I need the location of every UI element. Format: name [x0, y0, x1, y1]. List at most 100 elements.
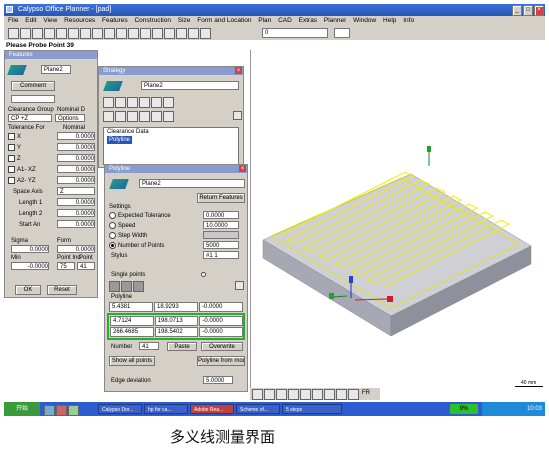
- open-icon[interactable]: [20, 28, 31, 39]
- step-width-value[interactable]: [203, 231, 239, 239]
- start-an-value[interactable]: 0.0000: [57, 220, 95, 228]
- num-points-value[interactable]: 5000: [203, 241, 239, 249]
- cad-viewport[interactable]: [250, 50, 545, 398]
- toolbar-dropdown-2[interactable]: [334, 28, 350, 38]
- task-adobe[interactable]: Adobe Rea...: [190, 404, 234, 414]
- step-width-radio[interactable]: [109, 232, 116, 239]
- strategy-path-icon[interactable]: [103, 111, 114, 122]
- features-plane-name[interactable]: Plane2: [41, 65, 71, 74]
- stylus-select[interactable]: #1 1: [203, 251, 239, 259]
- strategy-list-item-polyline[interactable]: Polyline: [107, 136, 133, 144]
- select-icon[interactable]: [288, 389, 299, 400]
- desktop-icon[interactable]: [68, 405, 79, 416]
- task-scheme[interactable]: Scheme of...: [236, 404, 280, 414]
- row-a2-value[interactable]: 0.0000: [57, 176, 95, 184]
- report-icon[interactable]: [188, 28, 199, 39]
- strategy-list-item-clearance[interactable]: Clearance Data: [104, 128, 238, 136]
- menu-size[interactable]: Size: [178, 17, 191, 24]
- row-y-value[interactable]: 0.0000: [57, 143, 95, 151]
- menu-view[interactable]: View: [43, 17, 57, 24]
- row-x-checkbox[interactable]: [8, 133, 15, 140]
- strategy-list-icon[interactable]: [115, 97, 126, 108]
- point-3-y[interactable]: 198.5402: [154, 327, 199, 337]
- new-icon[interactable]: [8, 28, 19, 39]
- display-icon[interactable]: [348, 389, 359, 400]
- strategy-paste-icon[interactable]: [151, 97, 162, 108]
- ie-icon[interactable]: [44, 405, 55, 416]
- overwrite-button[interactable]: Overwrite: [201, 342, 243, 351]
- pdf-icon[interactable]: [200, 28, 211, 39]
- menu-plan[interactable]: Plan: [258, 17, 271, 24]
- expected-tol-value[interactable]: 0.0000: [203, 211, 239, 219]
- print-icon[interactable]: [44, 28, 55, 39]
- point-edit-icon[interactable]: [121, 281, 132, 292]
- rotate-icon[interactable]: [300, 389, 311, 400]
- options-field[interactable]: Options: [55, 114, 85, 122]
- menu-resources[interactable]: Resources: [64, 17, 95, 24]
- polyline-close-icon[interactable]: ×: [239, 165, 246, 172]
- strategy-grid-icon[interactable]: [103, 97, 114, 108]
- maximize-button[interactable]: □: [523, 5, 533, 16]
- row-y-checkbox[interactable]: [8, 144, 15, 151]
- expected-tol-radio[interactable]: [109, 212, 116, 219]
- menu-construction[interactable]: Construction: [134, 17, 171, 24]
- minimize-button[interactable]: _: [512, 5, 522, 16]
- cp-select[interactable]: CP +Z: [8, 114, 52, 122]
- menu-help[interactable]: Help: [383, 17, 396, 24]
- comment-dropdown[interactable]: [11, 95, 55, 103]
- row-a1-value[interactable]: 0.0000: [57, 165, 95, 173]
- close-button[interactable]: ×: [534, 5, 544, 16]
- row-x-value[interactable]: 0.0000: [57, 132, 95, 140]
- comment-button[interactable]: Comment: [11, 81, 55, 91]
- probe-icon[interactable]: [92, 28, 103, 39]
- menu-edit[interactable]: Edit: [25, 17, 36, 24]
- show-all-points-button[interactable]: Show all points: [109, 356, 155, 366]
- row-z-checkbox[interactable]: [8, 155, 15, 162]
- row-z-value[interactable]: 0.0000: [57, 154, 95, 162]
- strategy-line-icon[interactable]: [127, 111, 138, 122]
- menu-window[interactable]: Window: [353, 17, 376, 24]
- measure-icon[interactable]: [80, 28, 91, 39]
- zoom-out-icon[interactable]: [264, 389, 275, 400]
- save-icon[interactable]: [32, 28, 43, 39]
- length2-value[interactable]: 0.0000: [57, 209, 95, 217]
- point-1-z[interactable]: -0.0000: [199, 302, 243, 312]
- row-a2-checkbox[interactable]: [8, 177, 15, 184]
- table-icon[interactable]: [104, 28, 115, 39]
- task-calypso[interactable]: Calypso Dor...: [98, 404, 142, 414]
- space-axis-select[interactable]: Z: [57, 187, 95, 195]
- undo-icon[interactable]: [56, 28, 67, 39]
- zoom-icon[interactable]: [252, 389, 263, 400]
- single-points-delete-icon[interactable]: [235, 281, 244, 290]
- num-points-radio[interactable]: [109, 242, 116, 249]
- number-stepper[interactable]: 41: [139, 342, 159, 350]
- single-points-radio[interactable]: [201, 272, 206, 277]
- info-icon[interactable]: [164, 28, 175, 39]
- row-a1-checkbox[interactable]: [8, 166, 15, 173]
- strategy-scan-icon[interactable]: [151, 111, 162, 122]
- binoculars-icon[interactable]: [68, 28, 79, 39]
- point-remove-icon[interactable]: [133, 281, 144, 292]
- paste-button[interactable]: Paste: [167, 342, 197, 351]
- grid-icon[interactable]: [128, 28, 139, 39]
- menu-planner[interactable]: Planner: [324, 17, 346, 24]
- menu-form-location[interactable]: Form and Location: [197, 17, 251, 24]
- strategy-plane-name[interactable]: Plane2: [141, 81, 239, 90]
- reset-button[interactable]: Reset: [47, 285, 77, 295]
- pan-icon[interactable]: [276, 389, 287, 400]
- cnc-icon[interactable]: [152, 28, 163, 39]
- task-steps[interactable]: 5 steps: [282, 404, 342, 414]
- point-1-x[interactable]: 5.4381: [109, 302, 153, 312]
- stylus-icon[interactable]: [140, 28, 151, 39]
- edge-deviation-value[interactable]: 5.0000: [203, 376, 233, 384]
- start-button[interactable]: 开始: [4, 402, 40, 416]
- render-icon[interactable]: [336, 389, 347, 400]
- toolbar-dropdown-1[interactable]: 0: [262, 28, 328, 38]
- polyline-from-model-button[interactable]: Polyline from model: [197, 356, 245, 366]
- polyline-plane-name[interactable]: Plane2: [139, 179, 245, 188]
- strategy-circle-icon[interactable]: [139, 111, 150, 122]
- point-2-x[interactable]: 4.7124: [110, 316, 154, 326]
- menu-extras[interactable]: Extras: [299, 17, 317, 24]
- strategy-delete-icon[interactable]: [233, 111, 242, 120]
- task-hp[interactable]: hp for ca...: [144, 404, 188, 414]
